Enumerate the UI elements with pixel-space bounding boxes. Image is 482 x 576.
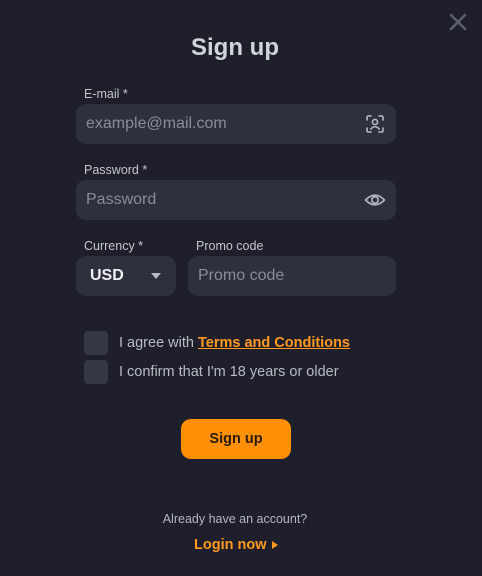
- toggle-password-button[interactable]: [364, 189, 386, 211]
- terms-text: I agree with Terms and Conditions: [119, 335, 350, 351]
- age-confirm-text: I confirm that I'm 18 years or older: [119, 364, 339, 380]
- terms-checkbox[interactable]: [84, 331, 108, 355]
- terms-prefix: I agree with: [119, 335, 198, 351]
- dialog-title: Sign up: [191, 34, 279, 61]
- login-now-link[interactable]: Login now: [194, 537, 279, 553]
- currency-label: Currency *: [84, 239, 144, 253]
- promo-field-container: [188, 256, 396, 296]
- password-field-container: [76, 180, 396, 220]
- promo-code-field[interactable]: [188, 256, 396, 296]
- email-label: E-mail *: [84, 87, 128, 101]
- promo-label: Promo code: [196, 239, 264, 253]
- caret-right-icon: [272, 541, 279, 549]
- email-field[interactable]: [76, 104, 396, 144]
- password-field[interactable]: [76, 180, 396, 220]
- eye-icon: [364, 194, 386, 206]
- terms-link[interactable]: Terms and Conditions: [198, 335, 350, 351]
- currency-select[interactable]: USD: [76, 256, 176, 296]
- password-label: Password *: [84, 163, 148, 177]
- already-account-text: Already have an account?: [162, 512, 308, 526]
- face-scan-icon: [366, 115, 384, 133]
- age-checkbox[interactable]: [84, 360, 108, 384]
- caret-down-icon: [151, 273, 161, 279]
- email-field-container: [76, 104, 396, 144]
- currency-selected-value: USD: [90, 267, 124, 284]
- face-scan-button[interactable]: [364, 113, 386, 135]
- close-icon: [449, 13, 467, 31]
- close-button[interactable]: [446, 10, 470, 34]
- login-now-label: Login now: [194, 537, 267, 553]
- signup-button[interactable]: Sign up: [181, 419, 291, 459]
